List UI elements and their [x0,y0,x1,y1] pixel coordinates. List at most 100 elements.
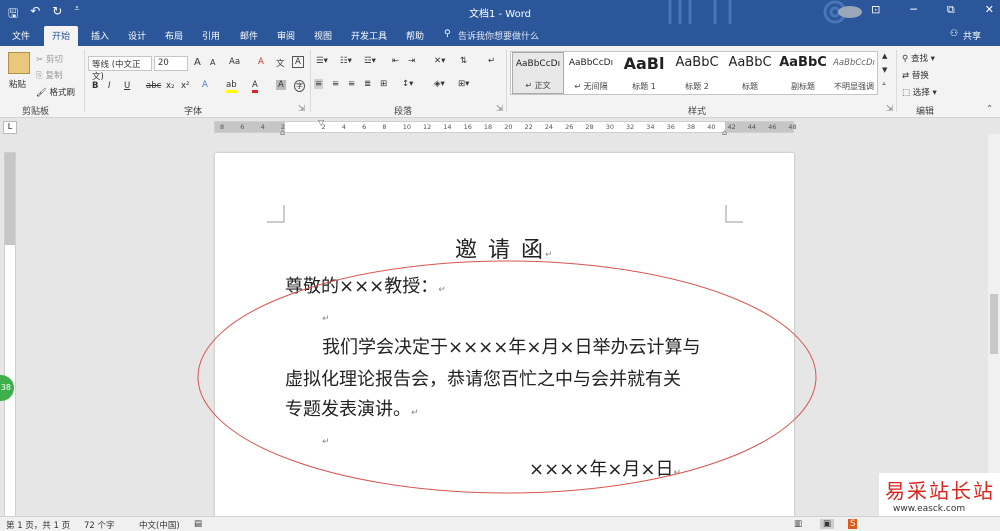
sort-icon[interactable]: ⇅ [460,56,467,66]
paragraph-dialog-launcher-icon[interactable]: ⇲ [496,104,503,114]
ruler-tick-label: 28 [585,123,594,131]
tab-references[interactable]: 引用 [202,29,220,42]
shading-icon[interactable]: ◈▾ [434,79,445,89]
select-button[interactable]: 选择 [913,88,930,98]
tab-layout[interactable]: 布局 [165,29,183,42]
divider [506,50,507,112]
superscript-button[interactable]: x² [181,81,189,91]
justify-icon[interactable]: ≣ [364,79,371,89]
font-size-select[interactable]: 20 [154,56,188,71]
first-line-indent-icon[interactable]: ▽ [318,118,324,127]
chinese-layout-icon[interactable]: ✕▾ [434,56,445,66]
tab-insert[interactable]: 插入 [91,29,109,42]
tab-selector[interactable]: L [3,121,17,134]
style-heading-1[interactable]: AaBl 标题 1 [618,52,670,94]
numbering-icon[interactable]: ☷▾ [340,56,352,66]
replace-button[interactable]: 替换 [912,71,929,81]
borders-icon[interactable]: ⊞▾ [458,79,469,89]
horizontal-ruler[interactable]: 8 6 4 2 2 4 6 8 10 12 14 16 18 20 22 24 26 28 30 32 34 36 38 40… [214,118,797,137]
search-icon[interactable]: ⚲ [444,29,451,39]
shrink-font-button[interactable]: A [210,58,215,67]
styles-dialog-launcher-icon[interactable]: ⇲ [886,104,893,114]
vertical-scrollbar[interactable] [988,134,1000,516]
italic-button[interactable]: I [108,81,111,91]
cut-button[interactable]: 剪切 [46,55,63,65]
phonetic-guide-button[interactable]: 文 [276,57,285,69]
copy-button[interactable]: 复制 [46,71,63,81]
editing-group-label: 编辑 [916,107,935,117]
distributed-icon[interactable]: ⊞ [380,79,387,89]
style-heading-2[interactable]: AaBbC 标题 2 [671,52,723,94]
tell-me-input[interactable]: 告诉我你想要做什么 [458,29,539,42]
language-indicator[interactable]: 中文(中国) [139,519,180,531]
person-icon[interactable]: ⚇ [950,29,958,39]
input-method-icon[interactable]: S [848,519,858,529]
style-no-spacing[interactable]: AaBbCcDı ↵ 无间隔 [565,52,617,94]
ruler-margin-top [5,153,15,245]
bullets-icon[interactable]: ☰▾ [316,56,328,66]
change-case-button[interactable]: Aa [229,57,240,67]
char-shading-button[interactable]: A [276,80,286,90]
close-button[interactable]: ✕ [985,3,994,17]
ruler-tick-label: 34 [646,123,655,131]
paste-button[interactable]: 粘贴 [9,78,26,90]
font-color-button[interactable]: A [252,80,258,93]
strikethrough-button[interactable]: abc [146,81,161,91]
right-indent-icon[interactable]: ⌂ [722,128,727,137]
minimize-button[interactable]: ─ [910,3,917,17]
macro-record-icon[interactable]: ▤ [194,519,202,529]
show-marks-icon[interactable]: ↵ [488,56,495,66]
text-effects-button[interactable]: A [202,80,208,90]
tab-review[interactable]: 审阅 [277,29,295,42]
ruler-tick-label: 24 [544,123,554,131]
tab-mailings[interactable]: 邮件 [240,29,258,42]
style-normal[interactable]: AaBbCcDı ↵ 正文 [512,52,564,94]
word-count[interactable]: 72 个字 [84,519,115,531]
decrease-indent-icon[interactable]: ⇤ [392,56,399,66]
ruler-tick-label: 36 [666,123,675,131]
align-left-icon[interactable]: ≡ [314,79,324,89]
styles-more-icon[interactable]: ⩡ [882,80,886,89]
align-center-icon[interactable]: ≡ [332,79,339,89]
underline-button[interactable]: U [124,81,130,91]
read-mode-icon[interactable]: ▥ [794,519,802,529]
subscript-button[interactable]: x₂ [166,81,174,91]
enclose-char-button[interactable]: 字 [294,80,305,92]
indent-marker-icon[interactable]: ⌂ [280,128,285,137]
ribbon-display-icon[interactable]: ⊡ [871,3,880,17]
vertical-ruler[interactable] [4,152,16,531]
increase-indent-icon[interactable]: ⇥ [408,56,415,66]
bold-button[interactable]: B [92,81,98,91]
multilevel-list-icon[interactable]: ☲▾ [364,56,376,66]
ruler-tick-label: 4 [341,123,346,131]
style-title[interactable]: AaBbC 标题 [724,52,776,94]
page-count[interactable]: 第 1 页，共 1 页 [6,519,70,531]
collapse-ribbon-icon[interactable]: ⌃ [986,104,993,114]
style-subtle-emphasis[interactable]: AaBbCcDı 不明显强调 [830,52,878,94]
print-layout-icon[interactable]: ▣ [820,519,835,529]
styles-scroll-down-icon[interactable]: ▼ [882,66,887,74]
tab-design[interactable]: 设计 [128,29,146,42]
align-right-icon[interactable]: ≡ [348,79,355,89]
scrollbar-thumb[interactable] [990,294,998,354]
char-border-button[interactable]: A [292,56,304,68]
find-button[interactable]: 查找 [911,54,928,64]
grow-font-button[interactable]: A [194,57,201,68]
tab-help[interactable]: 帮助 [406,29,424,42]
tab-developer[interactable]: 开发工具 [351,29,387,42]
paste-icon[interactable] [8,52,30,74]
font-name-select[interactable]: 等线 (中文正文) [88,56,152,82]
share-button[interactable]: 共享 [963,29,981,42]
line-spacing-icon[interactable]: ↕▾ [402,79,413,89]
tab-home[interactable]: 开始 [44,26,79,46]
style-subtitle[interactable]: AaBbC 副标题 [777,52,829,94]
styles-scroll-up-icon[interactable]: ▲ [882,52,887,60]
format-painter-button[interactable]: 格式刷 [50,88,76,98]
ruler-tick-label: 32 [626,123,635,131]
font-dialog-launcher-icon[interactable]: ⇲ [298,104,305,114]
clear-format-button[interactable]: A [258,57,264,67]
restore-button[interactable]: ⧉ [947,3,955,17]
highlight-button[interactable]: ab [226,80,237,93]
tab-view[interactable]: 视图 [314,29,332,42]
tab-file[interactable]: 文件 [12,29,30,42]
